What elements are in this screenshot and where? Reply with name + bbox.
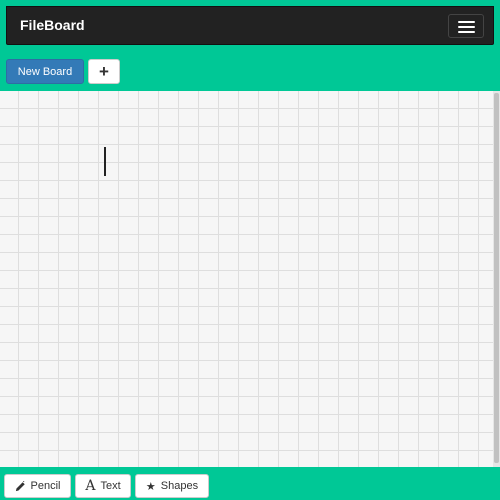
- hamburger-menu-icon-bar: [458, 31, 475, 33]
- pencil-tool-label: Pencil: [30, 480, 61, 492]
- canvas-scrollbar[interactable]: [493, 91, 500, 467]
- text-tool-label: Text: [100, 480, 121, 492]
- star-icon: ★: [145, 480, 156, 493]
- drawing-canvas[interactable]: [0, 91, 493, 467]
- brand-title[interactable]: FileBoard: [20, 17, 85, 33]
- shapes-tool-button[interactable]: ★ Shapes: [135, 474, 209, 498]
- top-navbar: FileBoard: [6, 6, 494, 45]
- hamburger-menu-icon-bar: [458, 26, 475, 28]
- menu-toggle-button[interactable]: [448, 14, 484, 38]
- plus-icon: +: [99, 61, 109, 81]
- pencil-icon: [15, 480, 26, 492]
- shapes-tool-label: Shapes: [160, 480, 199, 492]
- hamburger-menu-icon: [458, 21, 475, 23]
- text-cursor: [104, 147, 106, 176]
- text-icon: A: [85, 478, 96, 494]
- scrollbar-thumb[interactable]: [494, 93, 499, 463]
- pencil-tool-button[interactable]: Pencil: [4, 474, 71, 498]
- new-board-button[interactable]: New Board: [6, 59, 84, 84]
- text-tool-button[interactable]: A Text: [75, 474, 131, 498]
- add-board-button[interactable]: +: [88, 59, 120, 84]
